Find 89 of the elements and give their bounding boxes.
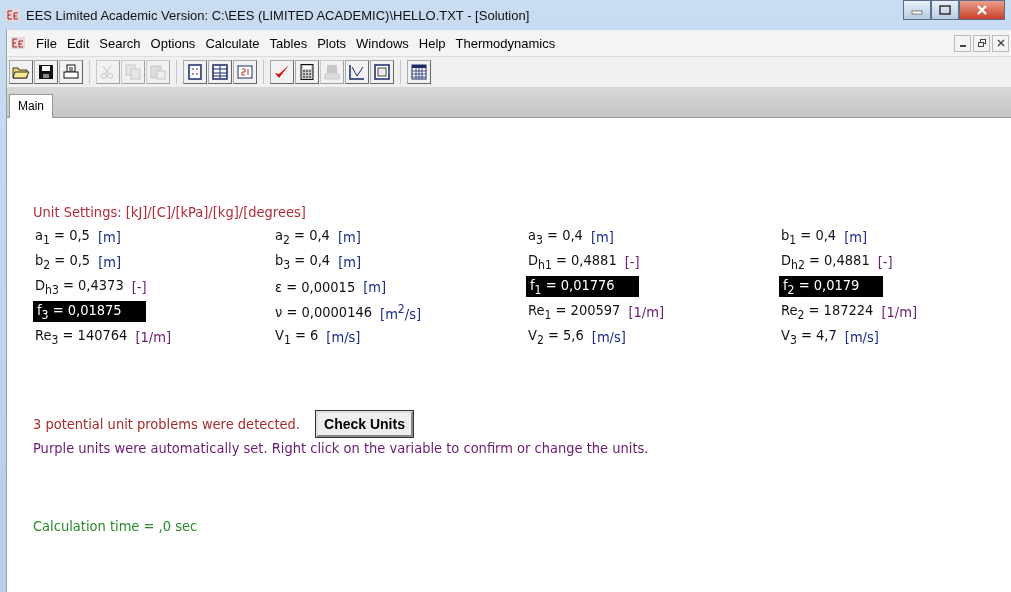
window-title: EES Limited Academic Version: C:\EES (LIMITED ACADEMIC)\HELLO.TXT - [Solution]	[26, 7, 530, 23]
variable-value[interactable]: V$_{2}$ = 5,6	[526, 325, 586, 348]
variable-value[interactable]: f$_{1}$ = 0,01776	[526, 275, 639, 298]
close-button[interactable]	[992, 34, 1009, 52]
maximize-button[interactable]	[931, 0, 959, 20]
toolbar-button[interactable]	[183, 60, 207, 84]
restore-button[interactable]	[973, 34, 990, 52]
variable-value[interactable]: Re$_{3}$ = 140764	[33, 325, 130, 348]
calculation-time-text: Calculation time = ,0 sec	[33, 518, 199, 534]
variable-value[interactable]: V$_{1}$ = 6	[273, 325, 321, 348]
document-icon	[187, 64, 203, 80]
menu-item[interactable]: Tables	[264, 35, 313, 51]
unit-label[interactable]: [m$^{2}$/s]	[380, 301, 422, 322]
close-icon	[976, 5, 988, 15]
unit-label[interactable]: [m/s]	[844, 328, 879, 345]
variable-value[interactable]: Re$_{1}$ = 200597	[526, 300, 623, 323]
plot-icon	[349, 64, 365, 80]
warning-text: 3 potential unit problems were detected.	[33, 416, 301, 432]
menu-item[interactable]: Search	[94, 35, 146, 51]
printer-icon	[63, 64, 79, 80]
unit-label[interactable]: [m]	[363, 278, 387, 295]
scissors-icon	[100, 64, 116, 80]
unit-label[interactable]: [1/m]	[135, 328, 171, 345]
toolbar-button[interactable]	[59, 60, 83, 84]
variable-value[interactable]: ν = 0,0000146	[273, 302, 375, 321]
table-icon	[212, 64, 228, 80]
calculator-icon	[300, 64, 314, 80]
menu-item[interactable]: Windows	[351, 35, 414, 51]
unit-label[interactable]: [1/m]	[881, 303, 917, 320]
variable-value[interactable]: b$_{2}$ = 0,5	[33, 250, 93, 273]
menu-item[interactable]: Thermodynamics	[450, 35, 561, 51]
unit-settings-text: Unit Settings: [kJ]/[C]/[kPa]/[kg]/[degrees]	[33, 204, 307, 220]
variable-value[interactable]: Re$_{2}$ = 187224	[779, 300, 876, 323]
toolbar-button[interactable]	[295, 60, 319, 84]
keyboard-icon	[324, 64, 340, 80]
app-logo-icon	[6, 9, 20, 21]
toolbar-button[interactable]	[9, 60, 33, 84]
restore-icon	[977, 39, 986, 47]
variable-value[interactable]: b$_{3}$ = 0,4	[273, 250, 333, 273]
unit-label[interactable]: [1/m]	[628, 303, 664, 320]
unit-label[interactable]: [m/s]	[326, 328, 361, 345]
copy-icon	[125, 64, 141, 80]
variable-value[interactable]: a$_{1}$ = 0,5	[33, 225, 92, 248]
minimize-button[interactable]	[954, 34, 971, 52]
menu-item[interactable]: File	[31, 35, 62, 51]
paste-icon	[150, 64, 166, 80]
variable-value[interactable]: f$_{2}$ = 0,0179	[779, 275, 884, 298]
unit-label[interactable]: [m]	[590, 228, 614, 245]
unit-label[interactable]: [m]	[338, 253, 362, 270]
unit-label[interactable]: [m/s]	[591, 328, 626, 345]
menu-item[interactable]: Plots	[312, 35, 352, 51]
toolbar-button[interactable]	[345, 60, 369, 84]
unit-label[interactable]: [m]	[844, 228, 868, 245]
diagram-icon	[374, 64, 390, 80]
variable-value[interactable]: D$_{h1}$ = 0,4881	[526, 250, 619, 273]
folder-icon	[12, 64, 30, 80]
toolbar-button[interactable]	[208, 60, 232, 84]
checkmark-icon	[274, 64, 290, 80]
menu-item[interactable]: Calculate	[200, 35, 265, 51]
tab[interactable]: Main	[9, 94, 53, 118]
menu-item[interactable]: Help	[413, 35, 451, 51]
variable-value[interactable]: a$_{3}$ = 0,4	[526, 225, 585, 248]
unit-label[interactable]: [-]	[877, 253, 893, 270]
toolbar-button[interactable]	[370, 60, 394, 84]
check-units-button[interactable]: Check Units	[316, 411, 413, 437]
minimize-button[interactable]	[903, 0, 931, 20]
unit-label[interactable]: [m]	[97, 228, 121, 245]
toolbar-button[interactable]	[407, 60, 431, 84]
maximize-icon	[939, 5, 951, 15]
units-icon	[237, 64, 253, 80]
variable-value[interactable]: D$_{h3}$ = 0,4373	[33, 275, 126, 298]
menu-item[interactable]: Edit	[61, 35, 95, 51]
menu-item[interactable]: Options	[145, 35, 201, 51]
close-button[interactable]	[959, 0, 1005, 20]
toolbar-button[interactable]	[34, 60, 58, 84]
variable-value[interactable]: D$_{h2}$ = 0,4881	[779, 250, 872, 273]
unit-label[interactable]: [-]	[624, 253, 640, 270]
unit-label[interactable]: [m]	[337, 228, 361, 245]
grid-icon	[411, 64, 427, 80]
unit-label[interactable]: [-]	[131, 278, 147, 295]
app-logo-icon	[11, 37, 25, 49]
variable-value[interactable]: ε = 0,00015	[273, 277, 358, 296]
variable-value[interactable]: a$_{2}$ = 0,4	[273, 225, 332, 248]
variable-value[interactable]: b$_{1}$ = 0,4	[779, 225, 839, 248]
note-text: Purple units were automatically set. Right click on the variable to confirm or change the units.	[33, 440, 650, 456]
unit-label[interactable]: [m]	[98, 253, 122, 270]
variable-value[interactable]: V$_{3}$ = 4,7	[779, 325, 839, 348]
variable-value[interactable]: f$_{3}$ = 0,01875	[33, 300, 146, 323]
close-icon	[996, 39, 1005, 47]
